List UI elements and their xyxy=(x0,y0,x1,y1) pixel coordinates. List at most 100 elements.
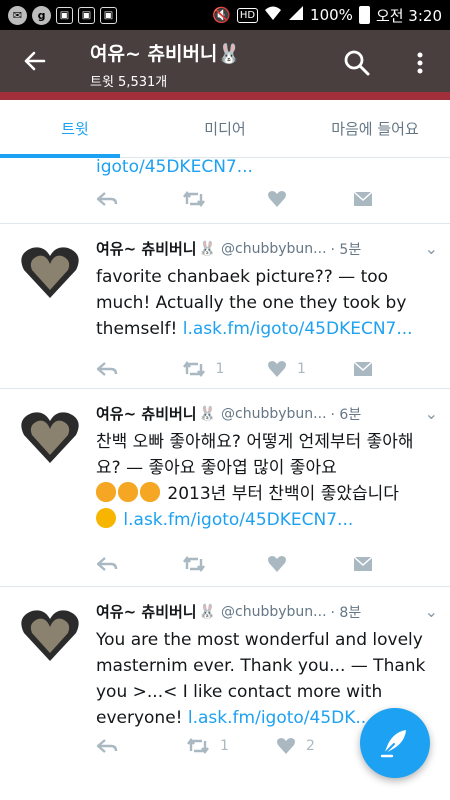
tweet-link[interactable]: l.ask.fm/igoto/45DKECN7... xyxy=(183,319,413,339)
reply-icon xyxy=(96,557,118,571)
app-icon-1: ▣ xyxy=(56,6,73,24)
dm-button[interactable] xyxy=(353,361,439,377)
heart-eyes-emoji-icon xyxy=(140,482,160,502)
reply-icon xyxy=(96,362,118,376)
bunny-emoji-icon: 🐰 xyxy=(198,405,217,422)
heart-icon xyxy=(268,556,286,572)
tweet-partial[interactable]: igoto/45DKECN7... xyxy=(0,158,450,224)
reply-button[interactable] xyxy=(96,556,182,572)
battery-percent: 100% xyxy=(310,6,353,24)
search-button[interactable] xyxy=(342,48,372,78)
avatar[interactable] xyxy=(20,607,80,663)
status-right: 🔇 HD 100% 오전 3:20 xyxy=(212,5,442,26)
more-options-button[interactable] xyxy=(410,48,430,78)
author-name[interactable]: 여유~ 츄비버니 xyxy=(96,601,197,622)
like-button[interactable]: 2 xyxy=(276,737,366,755)
tweet-content-2: 2013년 부터 찬백이 좋았습니다 xyxy=(167,484,399,504)
mail-icon xyxy=(353,556,372,571)
back-arrow-icon xyxy=(24,51,46,71)
chevron-down-icon[interactable]: ⌄ xyxy=(425,239,438,258)
like-button[interactable] xyxy=(267,190,353,208)
back-button[interactable] xyxy=(18,44,52,78)
tweet-time: · 6분 xyxy=(330,406,362,423)
like-button[interactable]: 1 xyxy=(267,360,353,378)
dm-button[interactable] xyxy=(353,191,439,207)
tweet-link[interactable]: igoto/45DKECN7... xyxy=(96,158,253,177)
status-bar: ✉ g ▣ ▣ ▣ 🔇 HD 100% 오전 3:20 xyxy=(0,0,450,30)
retweet-button[interactable]: 1 xyxy=(186,737,276,755)
tweet-count: 트윗 5,531개 xyxy=(90,75,168,90)
reply-button[interactable] xyxy=(96,191,182,207)
bunny-emoji-icon: 🐰 xyxy=(198,603,217,620)
compose-tweet-button[interactable] xyxy=(360,708,430,778)
battery-icon xyxy=(358,6,370,24)
heart-avatar-icon xyxy=(21,610,79,661)
tab-likes[interactable]: 마음에 들어요 xyxy=(300,100,450,157)
smile-emoji-icon xyxy=(96,508,116,528)
avatar[interactable] xyxy=(20,409,80,465)
heart-icon xyxy=(268,191,286,207)
tweet-feed[interactable]: igoto/45DKECN7... 여유~ 츄비버니 🐰 @chubbybun.… xyxy=(0,158,450,800)
clock: 오전 3:20 xyxy=(375,6,442,25)
tweet-link[interactable]: l.ask.fm/igoto/45DK... xyxy=(188,708,372,728)
signal-icon xyxy=(288,5,304,25)
g-app-icon: g xyxy=(32,5,51,25)
heart-avatar-icon xyxy=(21,412,79,463)
retweet-count: 1 xyxy=(215,361,225,377)
mute-icon: 🔇 xyxy=(212,6,231,24)
compose-feather-icon xyxy=(380,730,406,758)
retweet-icon xyxy=(182,191,205,207)
tweet-time: · 5분 xyxy=(330,241,362,258)
bunny-emoji-icon: 🐰 xyxy=(198,240,217,257)
profile-tabs: 트윗 미디어 마음에 들어요 xyxy=(0,100,450,158)
dm-button[interactable] xyxy=(353,556,439,572)
tweet-link[interactable]: l.ask.fm/igoto/45DKECN7... xyxy=(123,510,353,530)
reply-button[interactable] xyxy=(96,738,186,754)
author-name[interactable]: 여유~ 츄비버니 xyxy=(96,403,197,424)
tweet-actions xyxy=(96,555,438,573)
tweet[interactable]: 여유~ 츄비버니 🐰 @chubbybun... · 6분 ⌄ 찬백 오빠 좋아… xyxy=(0,389,450,587)
heart-avatar-icon xyxy=(21,247,79,298)
reply-button[interactable] xyxy=(96,361,182,377)
chevron-down-icon[interactable]: ⌄ xyxy=(425,602,438,621)
author-handle: @chubbybun... xyxy=(221,240,327,257)
profile-title: 여유~ 츄비버니🐰 xyxy=(90,43,242,65)
author-handle: @chubbybun... xyxy=(221,405,327,422)
retweet-icon xyxy=(182,361,205,377)
retweet-button[interactable]: 1 xyxy=(182,360,268,378)
avatar[interactable] xyxy=(20,244,80,300)
tweet-content: 찬백 오빠 좋아해요? 어떻게 언제부터 좋아해요? — 좋아요 좋아엽 많이 … xyxy=(96,432,414,478)
heart-icon xyxy=(277,738,295,754)
notification-icon: ✉ xyxy=(8,5,27,25)
author-name[interactable]: 여유~ 츄비버니 xyxy=(96,238,197,259)
tab-media[interactable]: 미디어 xyxy=(150,100,300,157)
status-left-icons: ✉ g ▣ ▣ ▣ xyxy=(8,5,117,25)
wifi-icon xyxy=(264,5,282,25)
tweet-text: 찬백 오빠 좋아해요? 어떻게 언제부터 좋아해요? — 좋아요 좋아엽 많이 … xyxy=(96,429,438,533)
tweet-header: 여유~ 츄비버니 🐰 @chubbybun... · 8분 ⌄ xyxy=(96,601,438,622)
retweet-icon xyxy=(182,556,205,572)
heart-eyes-emoji-icon xyxy=(118,482,138,502)
tweet-actions xyxy=(96,190,438,208)
tweet-text: favorite chanbaek picture?? — too much! … xyxy=(96,264,438,342)
hd-icon: HD xyxy=(236,7,259,23)
reply-icon xyxy=(96,739,118,753)
app-bar: 여유~ 츄비버니🐰 트윗 5,531개 xyxy=(0,30,450,100)
app-icon-2: ▣ xyxy=(78,6,95,24)
retweet-button[interactable] xyxy=(182,190,268,208)
like-count: 2 xyxy=(306,738,315,754)
retweet-icon xyxy=(187,738,209,754)
tweet-header: 여유~ 츄비버니 🐰 @chubbybun... · 6분 ⌄ xyxy=(96,403,438,424)
author-handle: @chubbybun... xyxy=(221,603,327,620)
tweet-header: 여유~ 츄비버니 🐰 @chubbybun... · 5분 ⌄ xyxy=(96,238,438,259)
reply-icon xyxy=(96,192,118,206)
like-count: 1 xyxy=(297,361,306,377)
tab-tweets[interactable]: 트윗 xyxy=(0,100,150,157)
heart-icon xyxy=(268,361,286,377)
tweet[interactable]: 여유~ 츄비버니 🐰 @chubbybun... · 5분 ⌄ favorite… xyxy=(0,224,450,389)
like-button[interactable] xyxy=(267,555,353,573)
tweet-actions: 1 1 xyxy=(96,360,438,378)
tweet-time: · 8분 xyxy=(330,604,362,621)
retweet-button[interactable] xyxy=(182,555,268,573)
chevron-down-icon[interactable]: ⌄ xyxy=(425,404,438,423)
